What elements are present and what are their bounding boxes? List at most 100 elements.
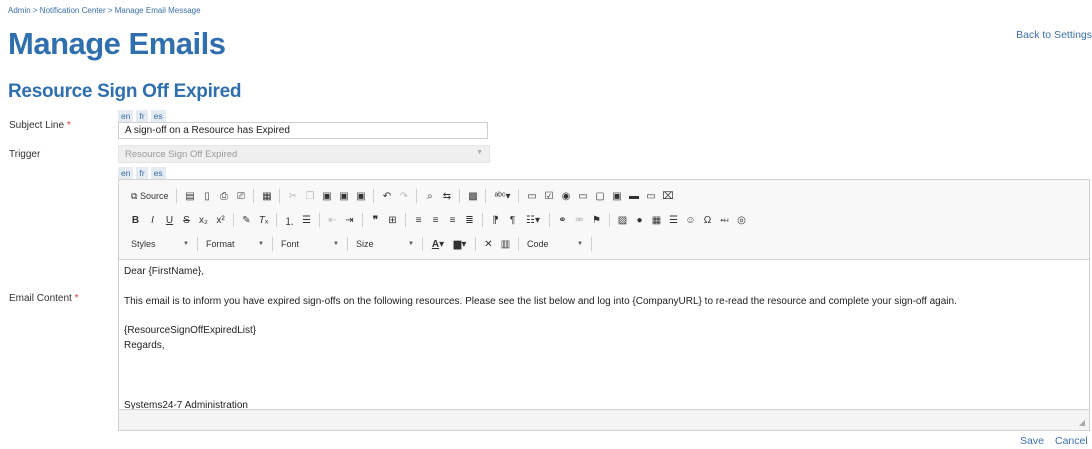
- button-field-icon[interactable]: ▬: [625, 188, 642, 204]
- chevron-down-icon: ▼: [577, 241, 583, 247]
- iframe-icon[interactable]: ◎: [733, 212, 750, 228]
- paste-word-icon[interactable]: ▣: [352, 188, 369, 204]
- subscript-icon[interactable]: x₂: [195, 212, 212, 228]
- lang-tab-en[interactable]: en: [118, 110, 134, 122]
- outdent-icon[interactable]: ⇤: [324, 212, 341, 228]
- body-paragraph: This email is to inform you have expired…: [124, 296, 957, 307]
- flash-icon[interactable]: ●: [631, 212, 648, 228]
- textarea-icon[interactable]: ▢: [591, 188, 608, 204]
- hidden-field-icon[interactable]: ⌧: [659, 188, 676, 204]
- horizontal-line-icon[interactable]: ☰: [665, 212, 682, 228]
- lang-tab-fr[interactable]: fr: [136, 167, 148, 179]
- source-button[interactable]: ⧉ Source: [127, 188, 172, 204]
- format-dropdown[interactable]: Format ▼: [202, 236, 268, 252]
- undo-icon[interactable]: ↶: [378, 188, 395, 204]
- special-char-icon[interactable]: Ω: [699, 212, 716, 228]
- toolbar-row-3: Styles ▼ Format ▼ Font ▼ Size ▼ A ▾ ▆▾ ✕ ▥ Co…: [127, 236, 596, 252]
- chevron-down-icon: ▼: [183, 241, 189, 247]
- trigger-select[interactable]: Resource Sign Off Expired ▼: [118, 145, 490, 163]
- lang-tab-es[interactable]: es: [150, 110, 166, 122]
- smiley-icon[interactable]: ☺: [682, 212, 699, 228]
- align-left-icon[interactable]: ≡: [410, 212, 427, 228]
- page-break-icon[interactable]: ⤟: [716, 212, 733, 228]
- find-icon[interactable]: ⌕: [421, 188, 438, 204]
- select-all-icon[interactable]: ▩: [464, 188, 481, 204]
- image-icon[interactable]: ▨: [614, 212, 631, 228]
- styles-dropdown[interactable]: Styles ▼: [127, 236, 193, 252]
- bulleted-list-icon[interactable]: ☰: [298, 212, 315, 228]
- email-content-label: Email Content *: [9, 293, 79, 304]
- content-language-tabs: en fr es: [118, 167, 166, 179]
- section-title: Resource Sign Off Expired: [8, 81, 242, 102]
- lang-tab-en[interactable]: en: [118, 167, 134, 179]
- subject-language-tabs: en fr es: [118, 110, 166, 122]
- redo-icon[interactable]: ↷: [395, 188, 412, 204]
- spellcheck-icon[interactable]: ᵃᵇᶜ▾: [490, 188, 514, 204]
- preview-icon[interactable]: ⎙: [215, 188, 232, 204]
- back-to-settings-link[interactable]: Back to Settings: [1016, 29, 1092, 41]
- font-dropdown[interactable]: Font ▼: [277, 236, 343, 252]
- anchor-flag-icon[interactable]: ⚑: [588, 212, 605, 228]
- align-center-icon[interactable]: ≡: [427, 212, 444, 228]
- subject-line-input[interactable]: A sign-off on a Resource has Expired: [118, 122, 488, 139]
- editor-content-area[interactable]: Dear {FirstName}, This email is to infor…: [119, 260, 1089, 411]
- resize-grip-icon[interactable]: ◢: [1079, 418, 1085, 427]
- underline-icon[interactable]: U: [161, 212, 178, 228]
- lang-tab-fr[interactable]: fr: [136, 110, 148, 122]
- chevron-down-icon: ▼: [476, 149, 483, 156]
- show-blocks-icon[interactable]: ▥: [497, 236, 514, 252]
- code-dropdown[interactable]: Code ▼: [523, 236, 587, 252]
- textfield-icon[interactable]: ▭: [574, 188, 591, 204]
- editor-toolbar: ⧉ Source ▤ ▯ ⎙ ⎚ ▦ ✂ ❐ ▣ ▣ ▣ ↶ ↷ ⌕ ⇆ ▩ ᵃ…: [119, 180, 1089, 260]
- align-right-icon[interactable]: ≡: [444, 212, 461, 228]
- cut-icon[interactable]: ✂: [284, 188, 301, 204]
- subject-line-label: Subject Line *: [9, 120, 71, 131]
- save-icon[interactable]: ▤: [181, 188, 198, 204]
- chevron-down-icon: ▼: [333, 241, 339, 247]
- size-dropdown[interactable]: Size ▼: [352, 236, 418, 252]
- trigger-label: Trigger: [9, 149, 41, 160]
- checkbox-icon[interactable]: ☑: [540, 188, 557, 204]
- toolbar-row-1: ⧉ Source ▤ ▯ ⎙ ⎚ ▦ ✂ ❐ ▣ ▣ ▣ ↶ ↷ ⌕ ⇆ ▩ ᵃ…: [127, 188, 676, 204]
- language-icon[interactable]: ☷▾: [521, 212, 545, 228]
- unlink-icon[interactable]: ⚮: [571, 212, 588, 228]
- table-icon[interactable]: ▦: [648, 212, 665, 228]
- form-icon[interactable]: ▭: [523, 188, 540, 204]
- paste-text-icon[interactable]: ▣: [335, 188, 352, 204]
- ltr-icon[interactable]: ⁋: [487, 212, 504, 228]
- div-container-icon[interactable]: ⊞: [384, 212, 401, 228]
- print-icon[interactable]: ⎚: [232, 188, 249, 204]
- radio-icon[interactable]: ◉: [557, 188, 574, 204]
- templates-icon[interactable]: ▦: [258, 188, 275, 204]
- bg-color-icon[interactable]: ▆▾: [449, 236, 471, 252]
- cancel-button[interactable]: Cancel: [1055, 435, 1088, 447]
- indent-icon[interactable]: ⇥: [341, 212, 358, 228]
- placeholder-list: {ResourceSignOffExpiredList}: [124, 325, 257, 336]
- greeting-text: Dear {FirstName},: [124, 266, 205, 277]
- rtl-icon[interactable]: ¶: [504, 212, 521, 228]
- image-button-icon[interactable]: ▭: [642, 188, 659, 204]
- blockquote-icon[interactable]: ❞: [367, 212, 384, 228]
- remove-format-icon[interactable]: Tₓ: [255, 212, 272, 228]
- select-field-icon[interactable]: ▣: [608, 188, 625, 204]
- maximize-icon[interactable]: ✕: [480, 236, 497, 252]
- replace-icon[interactable]: ⇆: [438, 188, 455, 204]
- copy-icon[interactable]: ❐: [301, 188, 318, 204]
- numbered-list-icon[interactable]: ⒈: [281, 212, 298, 228]
- text-color-icon[interactable]: A ▾: [427, 236, 449, 252]
- toolbar-row-2: B I U S x₂ x² ✎ Tₓ ⒈ ☰ ⇤ ⇥ ❞ ⊞ ≡ ≡ ≡ ≣ ⁋…: [127, 212, 750, 228]
- save-button[interactable]: Save: [1020, 435, 1044, 447]
- breadcrumb[interactable]: Admin > Notification Center > Manage Ema…: [8, 6, 201, 15]
- new-page-icon[interactable]: ▯: [198, 188, 215, 204]
- source-icon: ⧉: [131, 190, 138, 201]
- link-icon[interactable]: ⚭: [554, 212, 571, 228]
- paste-icon[interactable]: ▣: [318, 188, 335, 204]
- justify-icon[interactable]: ≣: [461, 212, 478, 228]
- lang-tab-es[interactable]: es: [150, 167, 166, 179]
- superscript-icon[interactable]: x²: [212, 212, 229, 228]
- strikethrough-icon[interactable]: S: [178, 212, 195, 228]
- bold-icon[interactable]: B: [127, 212, 144, 228]
- copy-formatting-icon[interactable]: ✎: [238, 212, 255, 228]
- rich-text-editor[interactable]: ⧉ Source ▤ ▯ ⎙ ⎚ ▦ ✂ ❐ ▣ ▣ ▣ ↶ ↷ ⌕ ⇆ ▩ ᵃ…: [118, 179, 1090, 431]
- italic-icon[interactable]: I: [144, 212, 161, 228]
